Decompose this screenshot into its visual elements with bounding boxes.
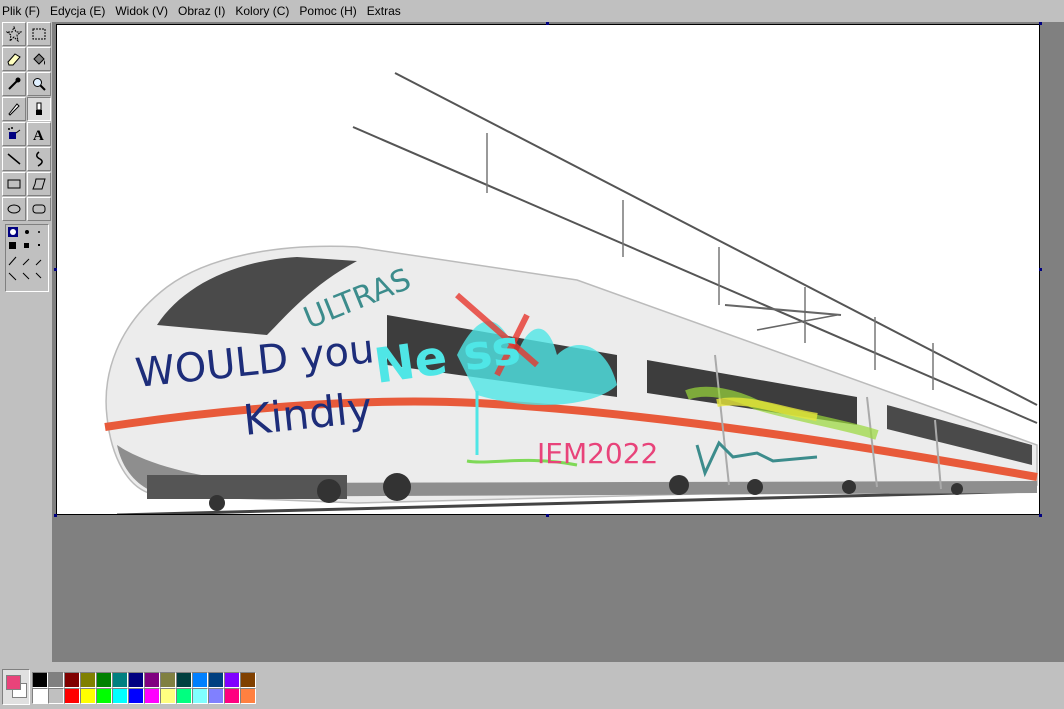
foreground-color-swatch[interactable] — [6, 675, 21, 690]
toolbox: A — [0, 22, 52, 662]
palette-color-swatch[interactable] — [176, 672, 192, 688]
tool-grid: A — [2, 22, 51, 221]
palette-color-swatch[interactable] — [96, 672, 112, 688]
rect-select-icon — [32, 28, 46, 40]
palette-color-swatch[interactable] — [48, 688, 64, 704]
palette-color-swatch[interactable] — [160, 688, 176, 704]
resize-handle-top-right[interactable] — [1039, 22, 1042, 25]
menu-edit[interactable]: Edycja (E) — [45, 0, 110, 22]
resize-handle-bottom-right[interactable] — [1039, 514, 1042, 517]
free-select-tool[interactable] — [2, 22, 26, 46]
resize-handle-bottom-middle[interactable] — [546, 514, 549, 517]
tool-options-panel[interactable] — [5, 224, 49, 292]
menu-file[interactable]: Plik (F) — [0, 0, 45, 22]
palette-color-swatch[interactable] — [208, 688, 224, 704]
canvas-workspace: WOULD you Kindly ULTRAS Ne ss IEM2022 — [52, 22, 1064, 662]
curve-tool[interactable] — [27, 147, 51, 171]
palette-color-swatch[interactable] — [80, 688, 96, 704]
resize-handle-right-middle[interactable] — [1039, 268, 1042, 271]
palette-color-swatch[interactable] — [192, 672, 208, 688]
curve-tool-icon — [36, 151, 43, 167]
pencil-icon — [8, 103, 20, 116]
palette-color-swatch[interactable] — [144, 688, 160, 704]
palette-color-swatch[interactable] — [224, 688, 240, 704]
magnifier-icon — [33, 78, 46, 91]
polygon-tool[interactable] — [27, 172, 51, 196]
rectangle-tool-icon — [7, 179, 21, 189]
palette-color-swatch[interactable] — [192, 688, 208, 704]
rect-select-tool[interactable] — [27, 22, 51, 46]
palette-color-swatch[interactable] — [176, 688, 192, 704]
eyedropper-tool[interactable] — [2, 72, 26, 96]
menu-colors[interactable]: Kolory (C) — [230, 0, 294, 22]
palette-color-swatch[interactable] — [144, 672, 160, 688]
rectangle-tool[interactable] — [2, 172, 26, 196]
palette-color-swatch[interactable] — [160, 672, 176, 688]
text-tool-icon: A — [33, 128, 44, 142]
ellipse-tool[interactable] — [2, 197, 26, 221]
text-tool[interactable]: A — [27, 122, 51, 146]
color-palette — [32, 672, 256, 704]
eraser-tool[interactable] — [2, 47, 26, 71]
palette-color-swatch[interactable] — [80, 672, 96, 688]
palette-color-swatch[interactable] — [32, 672, 48, 688]
polygon-tool-icon — [32, 178, 46, 190]
palette-color-swatch[interactable] — [224, 672, 240, 688]
palette-color-swatch[interactable] — [48, 672, 64, 688]
brush-shape-options-icon — [8, 227, 42, 281]
palette-color-swatch[interactable] — [64, 688, 80, 704]
current-colors-indicator[interactable] — [2, 669, 30, 705]
rounded-rect-tool-icon — [32, 204, 46, 214]
train-graffiti-image: WOULD you Kindly ULTRAS Ne ss IEM2022 — [104, 72, 1038, 514]
menu-extras[interactable]: Extras — [362, 0, 406, 22]
resize-handle-top-middle[interactable] — [546, 22, 549, 25]
menu-bar: Plik (F) Edycja (E) Widok (V) Obraz (I) … — [0, 0, 1064, 22]
palette-color-swatch[interactable] — [128, 688, 144, 704]
magnifier-tool[interactable] — [27, 72, 51, 96]
palette-color-swatch[interactable] — [112, 672, 128, 688]
menu-image[interactable]: Obraz (I) — [173, 0, 230, 22]
palette-color-swatch[interactable] — [128, 672, 144, 688]
palette-color-swatch[interactable] — [112, 688, 128, 704]
brush-icon — [36, 102, 42, 115]
menu-view[interactable]: Widok (V) — [110, 0, 173, 22]
eraser-icon — [7, 53, 21, 66]
rounded-rect-tool[interactable] — [27, 197, 51, 221]
palette-color-swatch[interactable] — [240, 688, 256, 704]
line-tool[interactable] — [2, 147, 26, 171]
palette-color-swatch[interactable] — [208, 672, 224, 688]
color-palette-bar — [0, 662, 1064, 709]
free-select-icon — [6, 26, 22, 42]
line-tool-icon — [7, 153, 21, 165]
palette-color-swatch[interactable] — [32, 688, 48, 704]
fill-bucket-tool[interactable] — [27, 47, 51, 71]
menu-help[interactable]: Pomoc (H) — [294, 0, 361, 22]
resize-handle-left-middle[interactable] — [54, 268, 57, 271]
svg-text:A: A — [33, 128, 44, 142]
ellipse-tool-icon — [7, 204, 21, 214]
graffiti-iem2022: IEM2022 — [537, 437, 658, 470]
drawing-canvas[interactable]: WOULD you Kindly ULTRAS Ne ss IEM2022 — [56, 24, 1040, 515]
airbrush-icon — [8, 127, 21, 139]
palette-color-swatch[interactable] — [64, 672, 80, 688]
resize-handle-bottom-left[interactable] — [54, 514, 57, 517]
pencil-tool[interactable] — [2, 97, 26, 121]
palette-color-swatch[interactable] — [96, 688, 112, 704]
palette-color-swatch[interactable] — [240, 672, 256, 688]
fill-bucket-icon — [33, 53, 45, 65]
brush-tool[interactable] — [27, 97, 51, 121]
eyedropper-icon — [8, 77, 21, 90]
airbrush-tool[interactable] — [2, 122, 26, 146]
